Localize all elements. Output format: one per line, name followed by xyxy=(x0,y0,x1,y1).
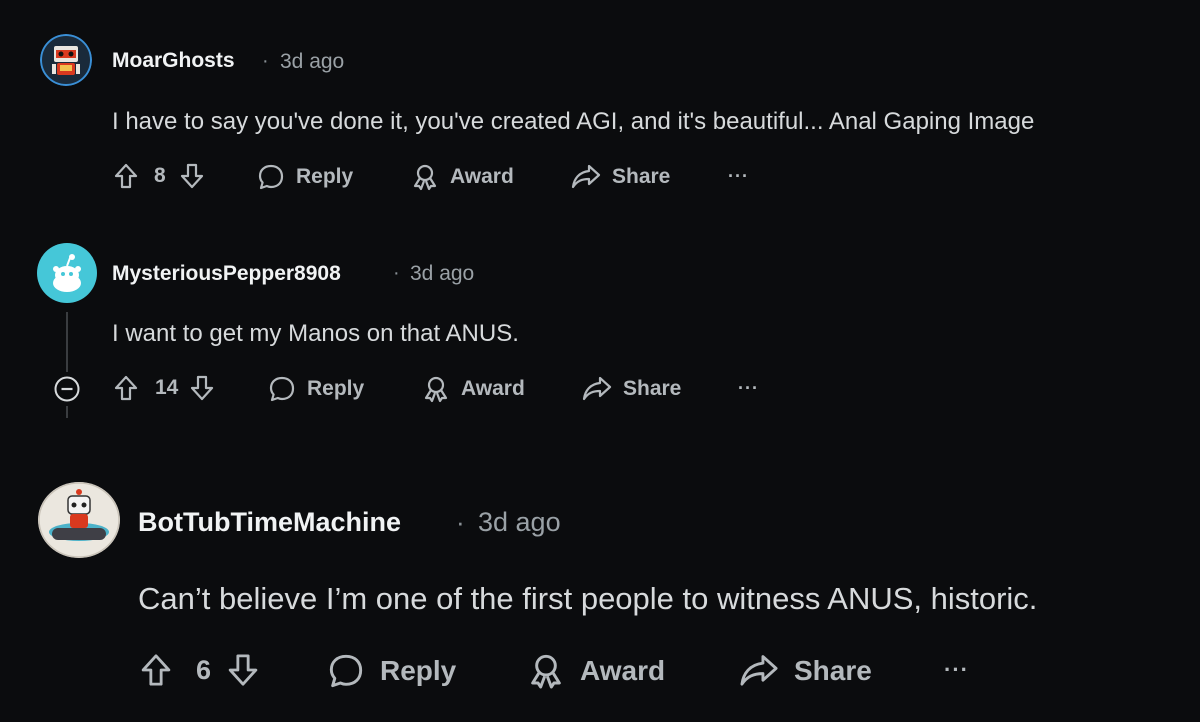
award-button[interactable]: Award xyxy=(526,651,665,691)
avatar-bottubtimemachine[interactable] xyxy=(38,482,120,558)
username[interactable]: BotTubTimeMachine xyxy=(138,507,401,538)
downvote-icon[interactable] xyxy=(225,652,261,688)
thread-line xyxy=(66,406,68,418)
more-options-button[interactable]: ··· xyxy=(728,166,749,187)
upvote-icon[interactable] xyxy=(138,652,174,688)
robot-avatar-icon xyxy=(40,34,92,86)
avatar-moarghosts[interactable] xyxy=(40,34,92,86)
timestamp[interactable]: 3d ago xyxy=(280,50,344,74)
username[interactable]: MysteriousPepper8908 xyxy=(112,262,341,286)
vote-bar: 14 xyxy=(112,374,216,402)
share-icon xyxy=(740,655,778,686)
reply-icon xyxy=(269,376,295,402)
comment-text: I have to say you've done it, you've cre… xyxy=(112,108,1035,135)
reply-button[interactable]: Reply xyxy=(326,651,456,691)
reply-icon xyxy=(329,654,363,688)
share-label: Share xyxy=(623,377,682,400)
separator-dot: · xyxy=(456,507,465,537)
reply-label: Reply xyxy=(307,377,365,400)
comment-text: Can’t believe I’m one of the first peopl… xyxy=(138,581,1038,616)
separator-dot: · xyxy=(393,262,400,284)
award-icon xyxy=(413,164,437,191)
reply-button[interactable]: Reply xyxy=(267,374,364,404)
award-icon xyxy=(531,654,561,689)
downvote-icon[interactable] xyxy=(178,162,206,190)
share-button[interactable]: Share xyxy=(570,162,670,192)
reply-icon xyxy=(258,164,284,190)
vote-bar: 8 xyxy=(112,162,206,190)
award-icon xyxy=(424,376,448,403)
timestamp[interactable]: 3d ago xyxy=(478,507,561,538)
reply-button[interactable]: Reply xyxy=(256,162,353,192)
award-label: Award xyxy=(461,377,525,400)
collapse-icon xyxy=(54,376,80,402)
share-icon xyxy=(582,376,612,401)
vote-score: 6 xyxy=(196,654,212,685)
thread-line xyxy=(66,312,68,372)
award-label: Award xyxy=(450,165,514,188)
vote-score: 14 xyxy=(155,376,179,399)
downvote-icon[interactable] xyxy=(188,374,216,402)
share-icon xyxy=(571,164,601,189)
reply-label: Reply xyxy=(380,655,457,686)
avatar-mysteriouspepper8908[interactable] xyxy=(37,243,97,303)
snoo-avatar-icon xyxy=(53,254,81,292)
vote-bar: 6 xyxy=(138,652,261,688)
collapse-thread-button[interactable] xyxy=(53,375,81,403)
share-button[interactable]: Share xyxy=(581,374,681,404)
upvote-icon[interactable] xyxy=(112,374,140,402)
username[interactable]: MoarGhosts xyxy=(112,49,235,73)
reply-label: Reply xyxy=(296,165,354,188)
separator-dot: · xyxy=(262,50,269,72)
robot-tub-avatar-icon xyxy=(38,482,120,558)
award-button[interactable]: Award xyxy=(421,374,525,404)
more-options-button[interactable]: ··· xyxy=(944,657,969,683)
share-button[interactable]: Share xyxy=(738,651,872,691)
comment-text: I want to get my Manos on that ANUS. xyxy=(112,320,519,347)
share-label: Share xyxy=(612,165,671,188)
vote-score: 8 xyxy=(154,164,166,187)
award-label: Award xyxy=(580,655,666,686)
more-options-button[interactable]: ··· xyxy=(738,378,759,399)
award-button[interactable]: Award xyxy=(410,162,514,192)
timestamp[interactable]: 3d ago xyxy=(410,262,474,286)
share-label: Share xyxy=(794,655,872,686)
upvote-icon[interactable] xyxy=(112,162,140,190)
